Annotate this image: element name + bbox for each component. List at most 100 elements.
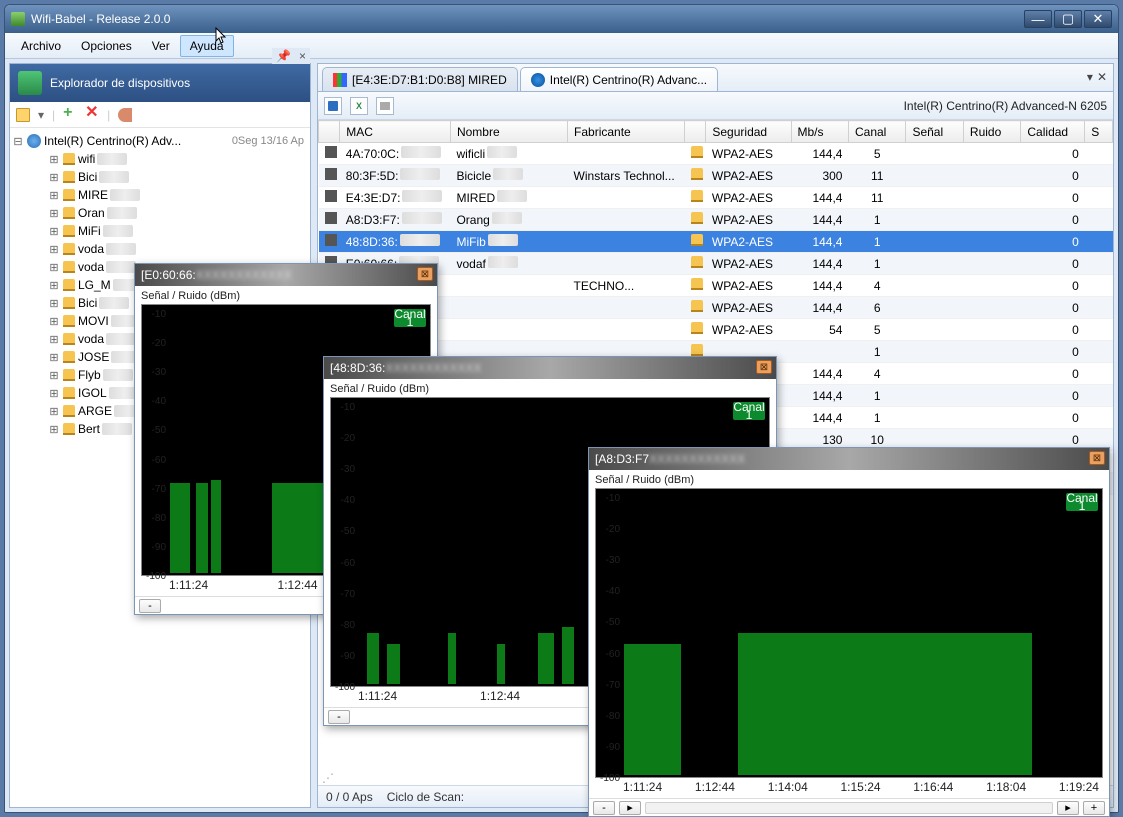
chart-close-icon[interactable]: ⊠ (417, 267, 433, 281)
tree-item-label: Bici (78, 296, 97, 310)
column-header[interactable]: Señal (906, 121, 963, 143)
expand-icon[interactable]: ⊞ (48, 333, 60, 346)
chart-close-icon[interactable]: ⊠ (756, 360, 772, 374)
menu-ver[interactable]: Ver (142, 35, 180, 57)
tree-root[interactable]: ⊟ Intel(R) Centrino(R) Adv... 0Seg 13/16… (12, 132, 308, 150)
cell-signal (906, 341, 963, 363)
chart-plus-button[interactable]: + (1083, 801, 1105, 815)
cell-quality: 0 (1021, 407, 1085, 429)
titlebar[interactable]: Wifi-Babel - Release 2.0.0 — ▢ ✕ (5, 5, 1118, 33)
column-header[interactable]: Mb/s (791, 121, 848, 143)
dropdown-icon[interactable]: ▾ (38, 108, 44, 122)
save-button[interactable] (324, 97, 342, 115)
chart-titlebar[interactable]: [48:8D:36:XXXXXXXXXXXX ⊠ (324, 357, 776, 379)
expand-icon[interactable]: ⊞ (48, 297, 60, 310)
chart-minus-button[interactable]: - (328, 710, 350, 724)
cell-quality: 0 (1021, 231, 1085, 253)
column-header[interactable]: MAC (340, 121, 451, 143)
tree-item[interactable]: ⊞Bici (12, 168, 308, 186)
tab-mired[interactable]: [E4:3E:D7:B1:D0:B8] MIRED (322, 67, 518, 91)
chart-titlebar[interactable]: [E0:60:66:XXXXXXXXXXXX ⊠ (135, 264, 437, 286)
expand-icon[interactable]: ⊞ (48, 261, 60, 274)
column-header[interactable]: Fabricante (568, 121, 685, 143)
expand-icon[interactable]: ⊞ (48, 315, 60, 328)
column-header[interactable] (319, 121, 340, 143)
expand-icon[interactable]: ⊞ (48, 225, 60, 238)
cell-maker (568, 231, 685, 253)
minimize-button[interactable]: — (1024, 10, 1052, 28)
tree-item[interactable]: ⊞Oran (12, 204, 308, 222)
chart-window-3[interactable]: [A8:D3:F7XXXXXXXXXXXX ⊠ Señal / Ruido (d… (588, 447, 1110, 817)
tree-item[interactable]: ⊞voda (12, 240, 308, 258)
delete-icon[interactable]: ✕ (85, 108, 99, 122)
table-row[interactable]: 4A:70:0C:wificliWPA2-AES144,450 (319, 143, 1113, 165)
expand-icon[interactable]: ⊞ (48, 423, 60, 436)
chart-close-icon[interactable]: ⊠ (1089, 451, 1105, 465)
blurred-text (103, 369, 133, 381)
chart-play2-button[interactable]: ▸ (1057, 801, 1079, 815)
chart-titlebar[interactable]: [A8:D3:F7XXXXXXXXXXXX ⊠ (589, 448, 1109, 470)
blurred-text (110, 189, 140, 201)
expand-icon[interactable]: ⊞ (48, 405, 60, 418)
lock-icon (63, 225, 75, 237)
brush-icon[interactable] (118, 108, 132, 122)
chart-minus-button[interactable]: - (593, 801, 615, 815)
cell-mbs: 300 (791, 165, 848, 187)
chart-minus-button[interactable]: - (139, 599, 161, 613)
expand-icon[interactable]: ⊞ (48, 369, 60, 382)
column-header[interactable]: Calidad (1021, 121, 1085, 143)
table-row[interactable]: 48:8D:36:MiFibWPA2-AES144,410 (319, 231, 1113, 253)
folder-icon[interactable] (16, 108, 30, 122)
menu-archivo[interactable]: Archivo (11, 35, 71, 57)
table-row[interactable]: A8:D3:F7:OrangWPA2-AES144,410 (319, 209, 1113, 231)
column-header[interactable]: Seguridad (706, 121, 791, 143)
table-row[interactable]: 80:3F:5D:BicicleWinstars Technol...WPA2-… (319, 165, 1113, 187)
add-icon[interactable]: + (63, 108, 77, 122)
cell-channel: 4 (848, 363, 905, 385)
cell-maker (568, 187, 685, 209)
expand-icon[interactable]: ⊞ (48, 189, 60, 202)
expand-icon[interactable]: ⊞ (48, 387, 60, 400)
signal-icon (325, 146, 337, 158)
expand-icon[interactable]: ⊞ (48, 207, 60, 220)
x-tick: 1:12:44 (278, 578, 318, 592)
cell-mbs: 144,4 (791, 209, 848, 231)
signal-icon (325, 190, 337, 202)
tree-item[interactable]: ⊞MIRE (12, 186, 308, 204)
maximize-button[interactable]: ▢ (1054, 10, 1082, 28)
cell-quality: 0 (1021, 253, 1085, 275)
resize-grip-icon[interactable]: ⋰ (322, 771, 334, 783)
pin-icon[interactable]: 📌 (276, 49, 291, 63)
menu-opciones[interactable]: Opciones (71, 35, 142, 57)
column-header[interactable]: Ruido (963, 121, 1020, 143)
blurred-text (106, 333, 136, 345)
tabs-dropdown-icon[interactable]: ▾ (1087, 70, 1093, 84)
expand-icon[interactable]: ⊞ (48, 153, 60, 166)
column-header[interactable] (685, 121, 706, 143)
tab-adapter[interactable]: Intel(R) Centrino(R) Advanc... (520, 67, 718, 91)
print-button[interactable] (376, 97, 394, 115)
expand-icon[interactable]: ⊞ (48, 171, 60, 184)
cell-quality: 0 (1021, 297, 1085, 319)
expand-icon[interactable]: ⊞ (48, 351, 60, 364)
cell-maker (568, 297, 685, 319)
export-button[interactable]: X (350, 97, 368, 115)
tree-item[interactable]: ⊞MiFi (12, 222, 308, 240)
collapse-icon[interactable]: ⊟ (12, 135, 24, 148)
column-header[interactable]: Nombre (450, 121, 567, 143)
column-header[interactable]: S (1085, 121, 1113, 143)
expand-icon[interactable]: ⊞ (48, 279, 60, 292)
expand-icon[interactable]: ⊞ (48, 243, 60, 256)
menu-ayuda[interactable]: Ayuda (180, 35, 234, 57)
close-button[interactable]: ✕ (1084, 10, 1112, 28)
table-row[interactable]: E4:3E:D7:MIREDWPA2-AES144,4110 (319, 187, 1113, 209)
root-status: 0Seg 13/16 Ap (232, 135, 308, 147)
tabs-close-icon[interactable]: ✕ (1097, 70, 1107, 84)
cell-security: WPA2-AES (706, 253, 791, 275)
panel-close-icon[interactable]: × (299, 49, 306, 63)
chart-play-button[interactable]: ▸ (619, 801, 641, 815)
chart-scrollbar[interactable] (645, 802, 1053, 814)
tree-item-label: Bert (78, 422, 100, 436)
column-header[interactable]: Canal (848, 121, 905, 143)
tree-item[interactable]: ⊞wifi (12, 150, 308, 168)
